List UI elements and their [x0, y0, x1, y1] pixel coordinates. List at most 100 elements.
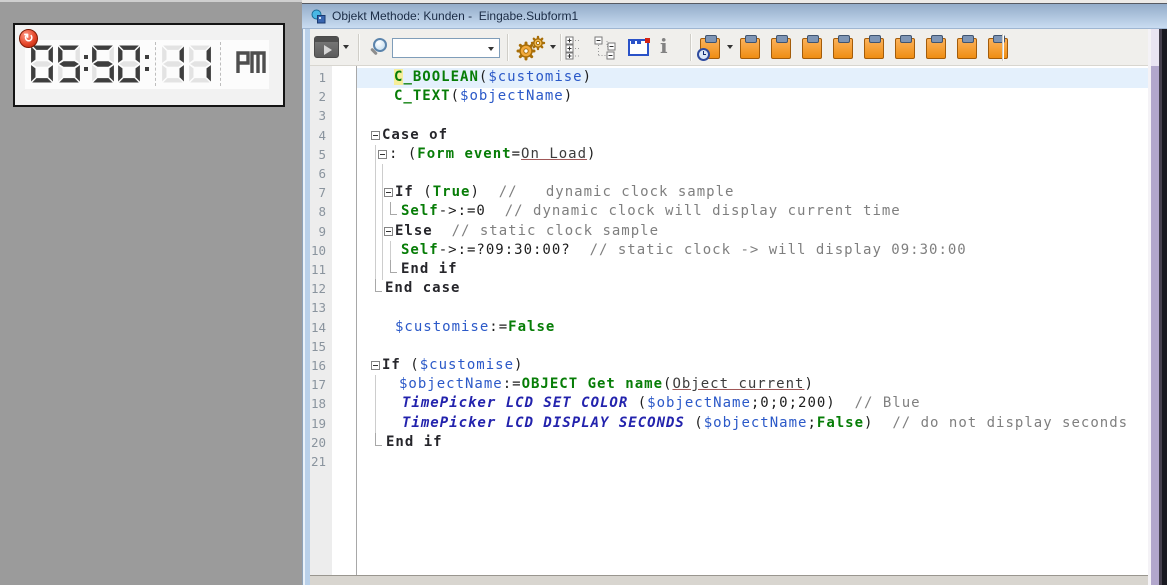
lcd-clock-widget[interactable]: ↻ [13, 23, 285, 107]
code-line[interactable]: 6 [310, 164, 1148, 184]
code-line[interactable]: 5: (Form event=On Load) [310, 145, 1148, 165]
line-number: 15 [310, 338, 326, 356]
clipboard-slot-button[interactable] [771, 38, 791, 59]
toolbar: i [310, 29, 1148, 66]
title-bar[interactable]: Objekt Methode: Kunden - Eingabe.Subform… [302, 4, 1167, 29]
search-dropdown-arrow-icon[interactable] [488, 47, 494, 51]
fold-toggle-icon[interactable] [378, 150, 387, 159]
code-line[interactable]: 11End if [310, 260, 1148, 280]
indent-guide [375, 260, 376, 280]
code-token-com: // Blue [855, 395, 921, 411]
line-number: 20 [310, 434, 326, 452]
indent-guide [375, 202, 376, 222]
code-token-kw: End case [385, 280, 460, 296]
code-line[interactable]: 3 [310, 106, 1148, 126]
clipboard-slot-button[interactable] [988, 38, 1008, 59]
line-number: 14 [310, 319, 326, 337]
refresh-badge-icon[interactable]: ↻ [19, 29, 38, 48]
toolbar-separator [1002, 34, 1004, 61]
meridiem-letter [249, 50, 267, 76]
code-text: End if [401, 260, 458, 279]
clipboard-slot-button[interactable] [864, 38, 884, 59]
code-token-con: Object current [672, 376, 804, 392]
collapse-all-button[interactable] [594, 36, 618, 65]
indent-guide [375, 164, 376, 184]
code-line[interactable]: 8Self->:=0 // dynamic clock will display… [310, 202, 1148, 222]
code-token-pl: ( [628, 395, 647, 411]
code-text: If (True) // dynamic clock sample [395, 183, 734, 202]
clipboard-slot-button[interactable] [926, 38, 946, 59]
method-editor-window: Objekt Methode: Kunden - Eingabe.Subform… [302, 0, 1167, 585]
method-properties-button[interactable] [515, 35, 547, 61]
execute-dropdown-arrow-icon[interactable] [343, 45, 349, 49]
search-input[interactable] [395, 40, 485, 56]
code-token-kw: If [382, 357, 401, 373]
colon-dot [145, 67, 149, 71]
screen: ↻ Objekt Methode: Kunden - Eingabe.Subfo… [0, 0, 1167, 585]
code-text: $objectName:=OBJECT Get name(Object curr… [399, 375, 814, 394]
information-button[interactable]: i [660, 34, 668, 58]
expand-all-button[interactable] [565, 36, 583, 65]
code-line[interactable]: 15 [310, 337, 1148, 357]
clipboard-slot-button[interactable] [740, 38, 760, 59]
window-title: Objekt Methode: Kunden - Eingabe.Subform… [332, 4, 578, 29]
code-line[interactable]: 16If ($customise) [310, 356, 1148, 376]
code-text: End if [386, 433, 443, 452]
code-token-cmd: C_TEXT [394, 88, 451, 104]
code-line[interactable]: 4Case of [310, 126, 1148, 146]
code-token-var: $objectName [460, 88, 564, 104]
section-separator [155, 42, 156, 86]
code-line[interactable]: 13 [310, 298, 1148, 318]
code-line[interactable]: 21 [310, 452, 1148, 472]
code-token-cmd: Self [401, 242, 439, 258]
macros-button[interactable] [628, 39, 649, 56]
colon-dot [84, 67, 88, 71]
indent-guide [382, 202, 383, 222]
seven-segment-digit [57, 44, 81, 84]
code-line[interactable]: 14$customise:=False [310, 318, 1148, 338]
code-token-cmd: OBJECT Get name [522, 376, 663, 392]
fold-toggle-icon[interactable] [371, 361, 380, 370]
toolbar-separator [358, 34, 360, 61]
code-line[interactable]: 12End case [310, 279, 1148, 299]
toolbar-separator [690, 34, 692, 61]
clipboard-clock-button[interactable] [700, 38, 720, 59]
code-editor[interactable]: 1C_BOOLEAN($customise)2C_TEXT($objectNam… [310, 66, 1148, 575]
code-token-cmd: False [817, 415, 864, 431]
line-number: 5 [310, 146, 326, 164]
code-token-cmd: Form event [417, 146, 511, 162]
fold-toggle-icon[interactable] [371, 131, 380, 140]
code-text: TimePicker LCD DISPLAY SECONDS ($objectN… [402, 414, 1128, 433]
line-number: 18 [310, 395, 326, 413]
code-line[interactable]: 1C_BOOLEAN($customise) [310, 68, 1148, 88]
clipboard-slot-button[interactable] [833, 38, 853, 59]
search-combobox[interactable] [392, 38, 500, 58]
seven-segment-digit [188, 44, 212, 84]
code-line[interactable]: 7If (True) // dynamic clock sample [310, 183, 1148, 203]
code-line[interactable]: 17$objectName:=OBJECT Get name(Object cu… [310, 375, 1148, 395]
fold-toggle-icon[interactable] [384, 188, 393, 197]
code-line[interactable]: 9Else // static clock sample [310, 222, 1148, 242]
properties-dropdown-arrow-icon[interactable] [550, 45, 556, 49]
code-line[interactable]: 19TimePicker LCD DISPLAY SECONDS ($objec… [310, 414, 1148, 434]
colon-dot [145, 55, 149, 59]
code-text: Else // static clock sample [395, 222, 659, 241]
code-line[interactable]: 20 End if [310, 433, 1148, 453]
indent-guide [382, 222, 383, 242]
fold-toggle-icon[interactable] [384, 227, 393, 236]
clipboard-slot-button[interactable] [802, 38, 822, 59]
code-token-met: TimePicker LCD DISPLAY SECONDS [402, 415, 685, 431]
indent-guide [382, 183, 383, 203]
code-line[interactable]: 18TimePicker LCD SET COLOR ($objectName;… [310, 394, 1148, 414]
execute-method-button[interactable] [314, 36, 339, 58]
clipboard-dropdown-arrow-icon[interactable] [727, 45, 733, 49]
window-bottom-border [310, 575, 1148, 585]
code-token-pl: ) [804, 376, 813, 392]
code-line[interactable]: 2C_TEXT($objectName) [310, 87, 1148, 107]
window-right-border [1148, 29, 1167, 585]
clipboard-slot-button[interactable] [957, 38, 977, 59]
search-icon [368, 37, 390, 59]
code-token-kw: End if [401, 261, 458, 277]
code-line[interactable]: 10Self->:=?09:30:00? // static clock -> … [310, 241, 1148, 261]
clipboard-slot-button[interactable] [895, 38, 915, 59]
